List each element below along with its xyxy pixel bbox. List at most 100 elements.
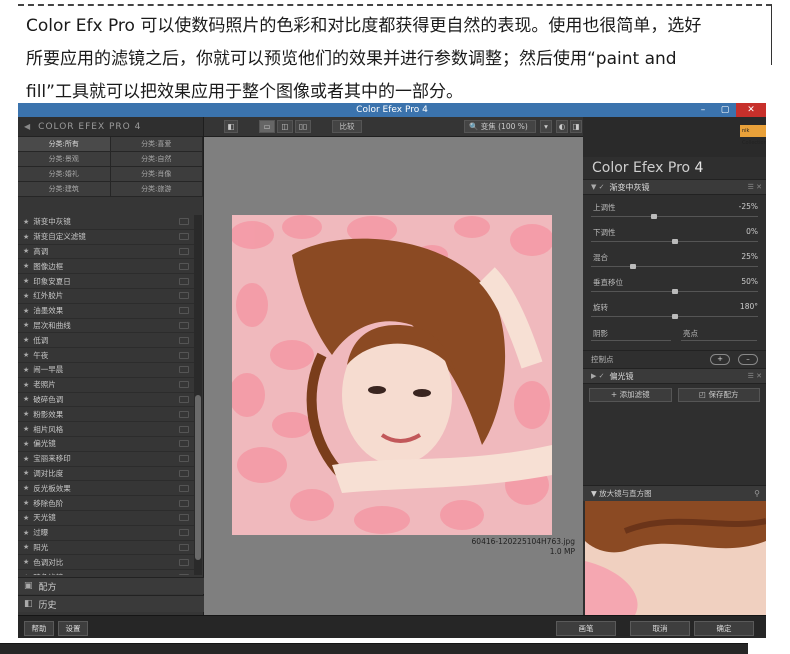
filter-preview-icon[interactable]	[179, 499, 189, 507]
cancel-button[interactable]: 取消	[630, 621, 690, 636]
filter-preview-icon[interactable]	[179, 321, 189, 329]
favorite-star-icon[interactable]: ★	[23, 247, 29, 255]
filter-item[interactable]: ★ 移除色阶	[18, 496, 194, 511]
filter-preview-icon[interactable]	[179, 455, 189, 463]
filter-menu-icon[interactable]: ☰ ✕	[748, 183, 762, 191]
filter-item[interactable]: ★ 老照片	[18, 378, 194, 393]
add-filter-button[interactable]: + 添加滤镜	[589, 388, 672, 402]
filter-item[interactable]: ★ 层次和曲线	[18, 319, 194, 334]
background-toggle-icon[interactable]: ◐	[556, 120, 568, 133]
favorite-star-icon[interactable]: ★	[23, 469, 29, 477]
favorite-star-icon[interactable]: ★	[23, 277, 29, 285]
filter-list-scrollbar[interactable]	[194, 215, 202, 575]
filter-preview-icon[interactable]	[179, 425, 189, 433]
category-tab[interactable]: 分类:喜爱	[110, 137, 203, 152]
slider-handle[interactable]	[629, 264, 636, 269]
filter-item[interactable]: ★ 渐变自定义滤镜	[18, 230, 194, 245]
slider-handle[interactable]	[671, 239, 678, 244]
filter-item[interactable]: ★ 过曝	[18, 526, 194, 541]
filter-preview-icon[interactable]	[179, 262, 189, 270]
collapse-arrow-icon[interactable]: ▶ ✓	[591, 372, 604, 380]
filter-item[interactable]: ★ 渐变中灰镜	[18, 215, 194, 230]
favorite-star-icon[interactable]: ★	[23, 410, 29, 418]
filter-item[interactable]: ★ 粉影效果	[18, 407, 194, 423]
category-tab[interactable]: 分类:旅游	[110, 182, 203, 197]
filter-item[interactable]: ★ 破碎色调	[18, 393, 194, 408]
favorite-star-icon[interactable]: ★	[23, 573, 29, 575]
compare-button[interactable]: 比较	[332, 120, 362, 133]
favorite-star-icon[interactable]: ★	[23, 321, 29, 329]
filter-preview-icon[interactable]	[179, 381, 189, 389]
collapse-arrow-icon[interactable]: ◀	[24, 122, 30, 131]
favorite-star-icon[interactable]: ★	[23, 292, 29, 300]
side-by-side-icon[interactable]: ▯▯	[295, 120, 311, 133]
slider-handle[interactable]	[650, 214, 657, 219]
category-tab[interactable]: 分类:建筑	[18, 182, 111, 197]
brush-button[interactable]: 画笔	[556, 621, 616, 636]
favorite-star-icon[interactable]: ★	[23, 262, 29, 270]
filter-preview-icon[interactable]	[179, 543, 189, 551]
shadow-slider[interactable]	[591, 340, 671, 341]
favorite-star-icon[interactable]: ★	[23, 218, 29, 226]
category-tab[interactable]: 分类:景观	[18, 152, 111, 167]
slider-track[interactable]	[591, 266, 758, 267]
category-tab[interactable]: 分类:肖像	[110, 167, 203, 182]
slider-track[interactable]	[591, 216, 758, 217]
minimize-icon[interactable]: –	[692, 103, 714, 117]
filter-item[interactable]: ★ 高调	[18, 245, 194, 260]
filter-preview-icon[interactable]	[179, 247, 189, 255]
favorite-star-icon[interactable]: ★	[23, 425, 29, 433]
filter-item[interactable]: ★ 图像边框	[18, 259, 194, 275]
filter-item[interactable]: ★ 午夜	[18, 348, 194, 363]
filter-item[interactable]: ★ 调对比度	[18, 467, 194, 482]
filter-preview-icon[interactable]	[179, 292, 189, 300]
favorite-star-icon[interactable]: ★	[23, 529, 29, 537]
filter-item[interactable]: ★ 印象安夏日	[18, 274, 194, 289]
toggle-controls-icon[interactable]: ◨	[570, 120, 582, 133]
recipes-section[interactable]: ▣ 配方	[18, 577, 204, 594]
favorite-star-icon[interactable]: ★	[23, 440, 29, 448]
favorite-star-icon[interactable]: ★	[23, 351, 29, 359]
favorite-star-icon[interactable]: ★	[23, 499, 29, 507]
filter-preview-icon[interactable]	[179, 351, 189, 359]
filter-preview-icon[interactable]	[179, 218, 189, 226]
filter-preview-icon[interactable]	[179, 440, 189, 448]
filter-item[interactable]: ★ 油墨效果	[18, 304, 194, 319]
favorite-star-icon[interactable]: ★	[23, 543, 29, 551]
category-tab[interactable]: 分类:所有	[18, 137, 111, 152]
second-filter-menu-icon[interactable]: ☰ ✕	[748, 372, 762, 380]
filter-item[interactable]: ★ 暗角滤镜	[18, 570, 194, 575]
active-filter-header[interactable]: ▼ ✓ 渐变中灰镜 ☰ ✕	[583, 179, 766, 195]
filter-preview-icon[interactable]	[179, 366, 189, 374]
settings-button[interactable]: 设置	[58, 621, 88, 636]
favorite-star-icon[interactable]: ★	[23, 395, 29, 403]
pin-icon[interactable]: ⚲	[754, 489, 760, 498]
filter-item[interactable]: ★ 闹一早晨	[18, 363, 194, 378]
favorite-star-icon[interactable]: ★	[23, 558, 29, 566]
filter-item[interactable]: ★ 低调	[18, 333, 194, 349]
save-recipe-button[interactable]: ◰ 保存配方	[677, 388, 760, 402]
filter-item[interactable]: ★ 红外胶片	[18, 289, 194, 304]
favorite-star-icon[interactable]: ★	[23, 455, 29, 463]
filter-preview-icon[interactable]	[179, 484, 189, 492]
filter-item[interactable]: ★ 色调对比	[18, 555, 194, 571]
zoom-select[interactable]: 🔍 变焦 (100 %)	[464, 120, 536, 133]
favorite-star-icon[interactable]: ★	[23, 366, 29, 374]
slider-handle[interactable]	[671, 314, 678, 319]
favorite-star-icon[interactable]: ★	[23, 233, 29, 241]
preview-image[interactable]	[232, 215, 552, 535]
filter-item[interactable]: ★ 反光板效果	[18, 481, 194, 497]
filter-preview-icon[interactable]	[179, 529, 189, 537]
maximize-icon[interactable]: ▢	[714, 103, 736, 117]
zoom-dropdown-icon[interactable]: ▾	[540, 120, 552, 133]
category-tab[interactable]: 分类:自然	[110, 152, 203, 167]
add-control-point-button[interactable]: +	[710, 354, 730, 365]
filter-item[interactable]: ★ 偏光镜	[18, 437, 194, 452]
favorite-star-icon[interactable]: ★	[23, 514, 29, 522]
filter-item[interactable]: ★ 阳光	[18, 541, 194, 556]
loupe-histogram-header[interactable]: ▼ 放大镜与直方图 ⚲	[583, 485, 766, 501]
second-filter-header[interactable]: ▶ ✓ 偏光镜 ☰ ✕	[583, 368, 766, 384]
history-section[interactable]: ◧ 历史	[18, 595, 204, 612]
filter-item[interactable]: ★ 宝丽来移印	[18, 452, 194, 467]
scrollbar-thumb[interactable]	[195, 395, 201, 560]
